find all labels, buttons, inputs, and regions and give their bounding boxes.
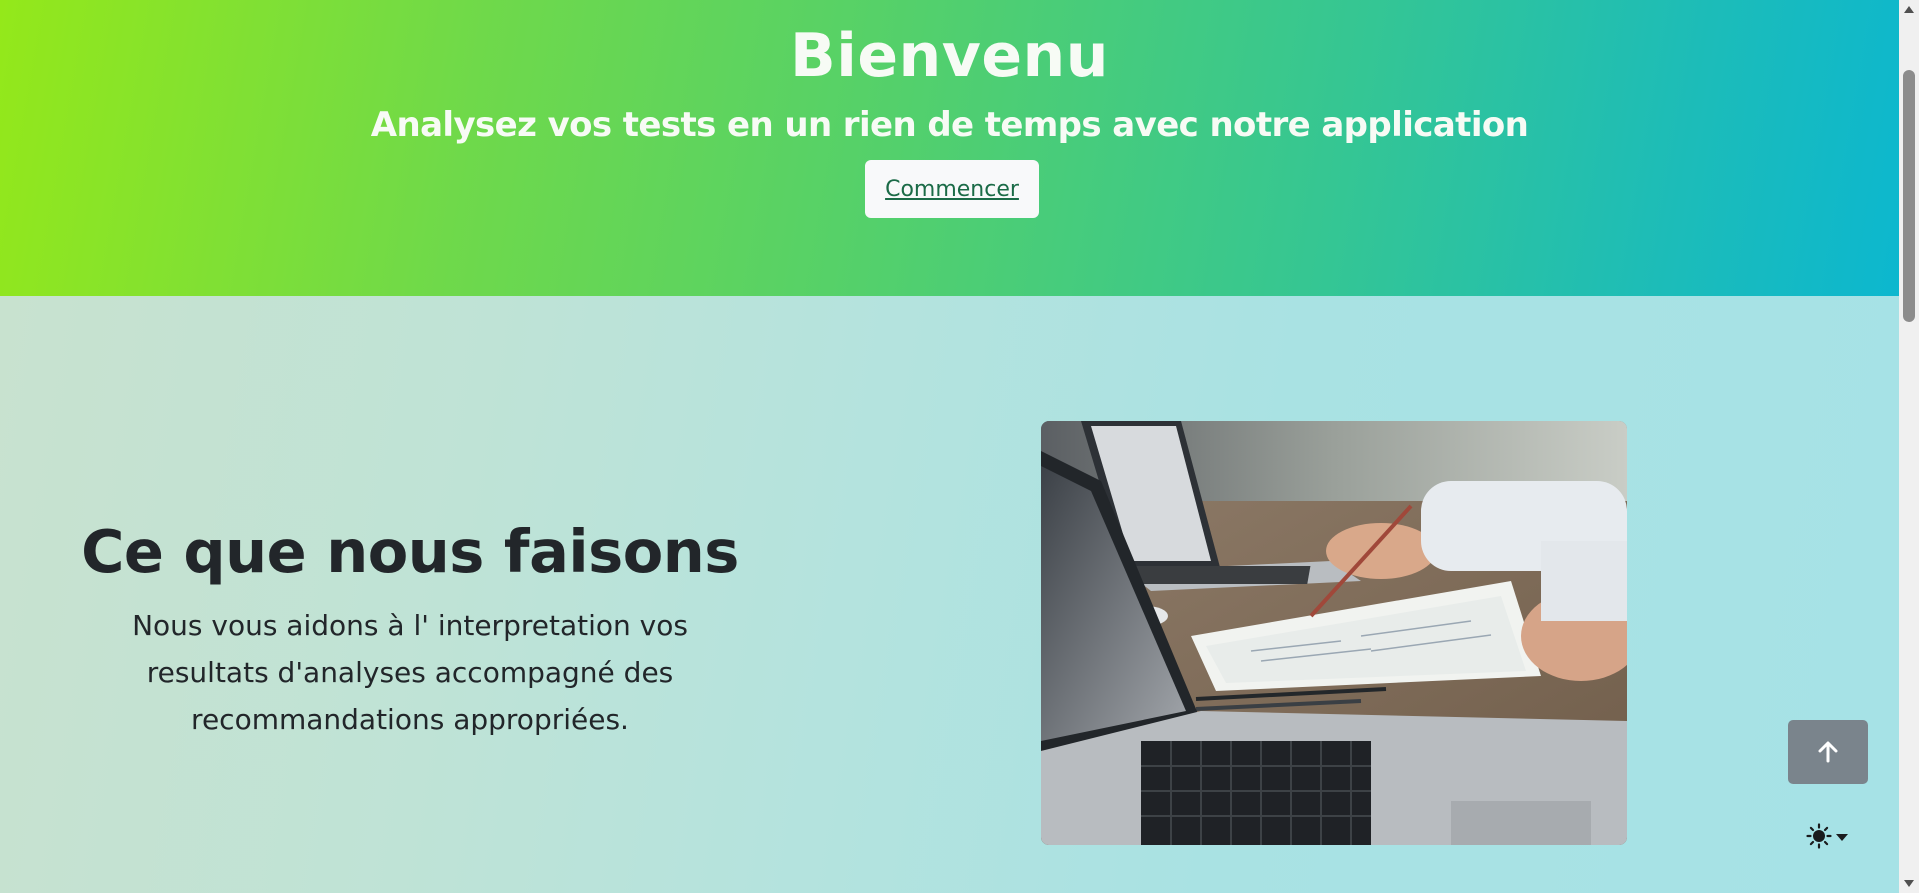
scrollbar-thumb[interactable]	[1903, 70, 1915, 322]
hero-banner: Bienvenu Analysez vos tests en un rien d…	[0, 0, 1899, 296]
scroll-up-arrow-icon[interactable]	[1904, 6, 1914, 13]
scroll-down-arrow-icon[interactable]	[1904, 880, 1914, 887]
sun-icon	[1806, 823, 1832, 849]
about-section: Ce que nous faisons Nous vous aidons à l…	[0, 296, 1899, 893]
office-photo	[1041, 421, 1627, 845]
vertical-scrollbar[interactable]	[1899, 0, 1919, 893]
theme-toggle[interactable]	[1806, 821, 1856, 851]
hero-subtitle: Analysez vos tests en un rien de temps a…	[370, 105, 1529, 145]
laptop-documents-illustration	[1041, 421, 1627, 845]
hero-title: Bienvenu	[790, 21, 1109, 91]
start-button[interactable]: Commencer	[865, 160, 1039, 218]
caret-down-icon	[1836, 833, 1848, 841]
section-description: Nous vous aidons à l' interpretation vos…	[132, 609, 688, 736]
page: Bienvenu Analysez vos tests en un rien d…	[0, 0, 1919, 893]
arrow-up-icon	[1818, 741, 1838, 763]
back-to-top-button[interactable]	[1788, 720, 1868, 784]
section-title: Ce que nous faisons	[81, 517, 739, 586]
